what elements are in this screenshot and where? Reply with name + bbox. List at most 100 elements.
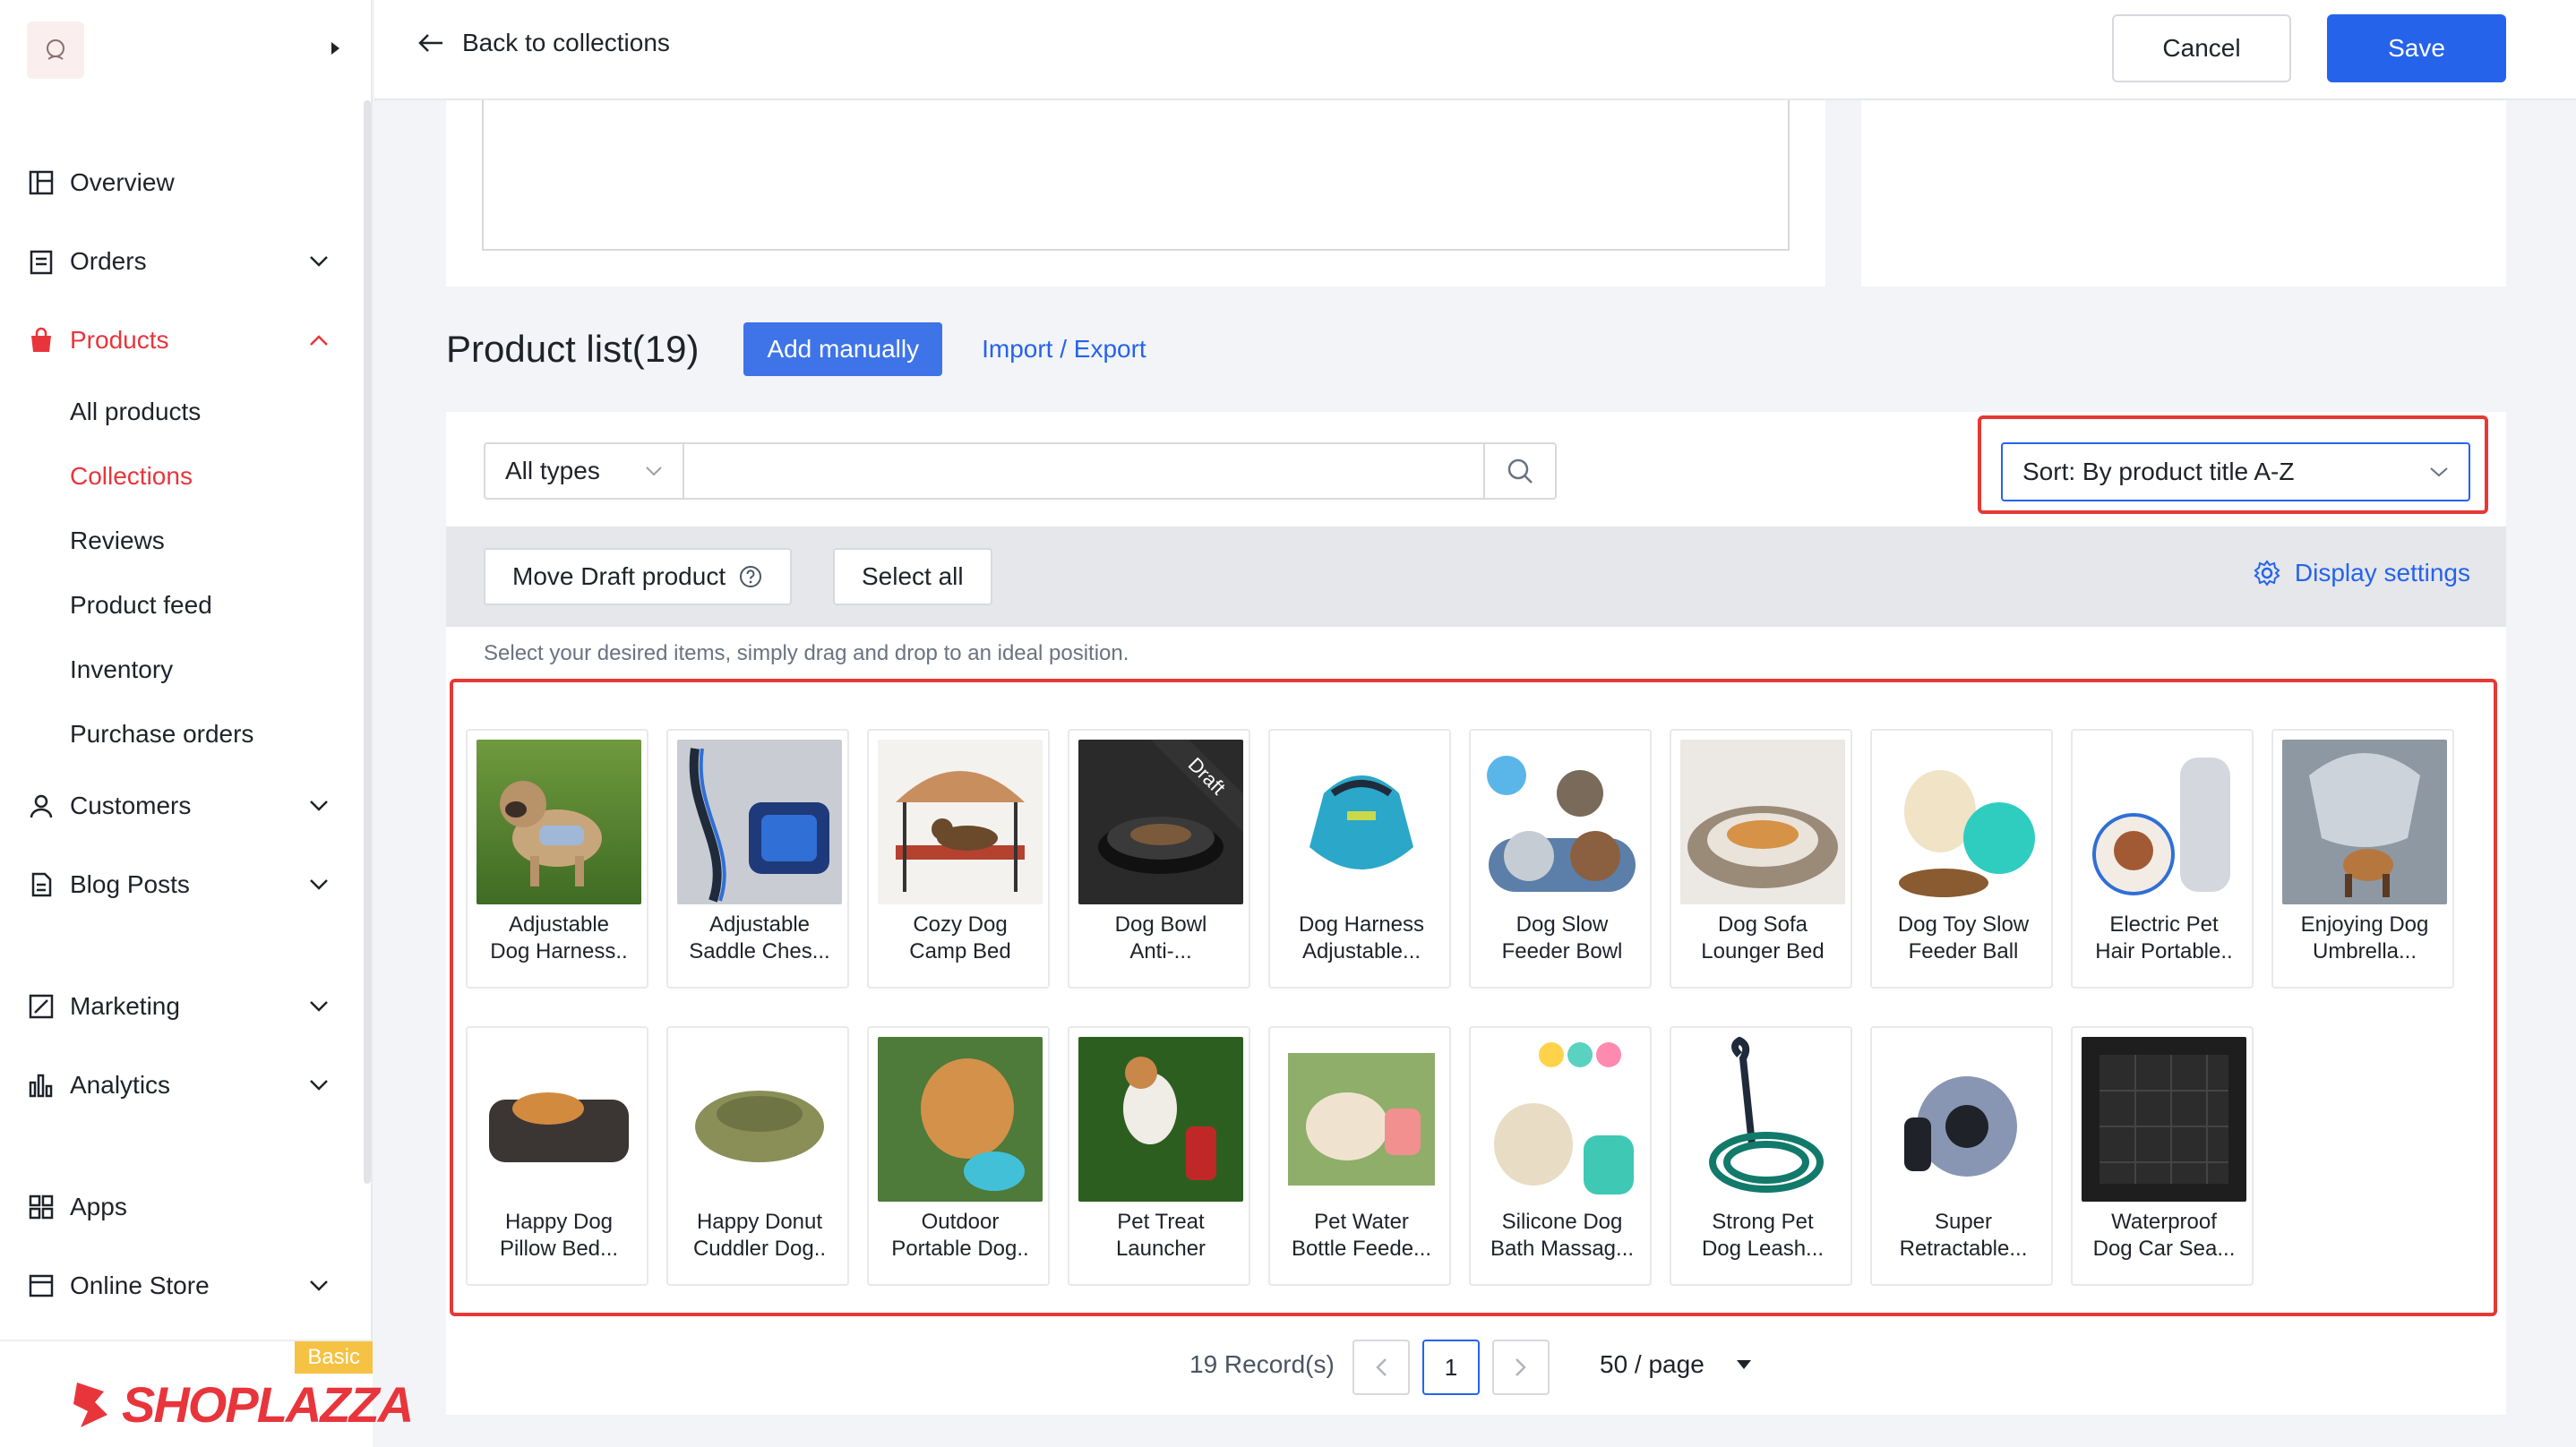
nav-overview-label: Overview: [70, 168, 175, 196]
product-card[interactable]: Happy Dog Pillow Bed...: [466, 1026, 648, 1286]
product-list-panel: All types Sort: By product title A-Z Mov…: [446, 412, 2506, 1415]
nav-inventory[interactable]: Inventory: [0, 638, 365, 702]
product-thumbnail: [1680, 740, 1845, 904]
chevron-up-icon: [306, 328, 331, 353]
product-thumbnail: [1881, 740, 2046, 904]
product-card[interactable]: Dog Sofa Lounger Bed: [1670, 729, 1852, 989]
nav-reviews[interactable]: Reviews: [0, 509, 365, 573]
nav-blog-posts[interactable]: Blog Posts: [0, 845, 365, 924]
import-export-link[interactable]: Import / Export: [982, 335, 1146, 364]
shoplazza-logo-icon: [68, 1379, 115, 1434]
product-thumbnail: [1480, 740, 1644, 904]
next-page-button[interactable]: [1492, 1340, 1550, 1395]
search-button[interactable]: [1483, 442, 1557, 500]
page-1-button[interactable]: 1: [1422, 1340, 1480, 1395]
product-thumbnail: [477, 740, 641, 904]
product-card[interactable]: Dog Harness Adjustable...: [1268, 729, 1451, 989]
product-card[interactable]: Pet Treat Launcher: [1068, 1026, 1250, 1286]
nav-all-products[interactable]: All products: [0, 380, 365, 444]
sort-highlight: Sort: By product title A-Z: [1978, 415, 2488, 514]
nav-customers[interactable]: Customers: [0, 766, 365, 845]
product-card[interactable]: Strong Pet Dog Leash...: [1670, 1026, 1852, 1286]
product-thumbnail: [878, 740, 1043, 904]
shopping-bag-icon: [27, 326, 56, 355]
product-thumbnail: [1279, 1037, 1444, 1202]
drag-hint: Select your desired items, simply drag a…: [484, 641, 1129, 665]
help-circle-icon[interactable]: [738, 564, 763, 589]
document-icon: [27, 870, 56, 899]
nav-products[interactable]: Products: [0, 301, 365, 380]
product-card[interactable]: Silicone Dog Bath Massag...: [1469, 1026, 1652, 1286]
product-name: Happy Dog Pillow Bed...: [499, 1210, 619, 1261]
product-card[interactable]: Happy Donut Cuddler Dog..: [666, 1026, 849, 1286]
sort-select[interactable]: Sort: By product title A-Z: [2001, 442, 2470, 501]
product-card[interactable]: Dog Slow Feeder Bowl: [1469, 729, 1652, 989]
nav-product-feed[interactable]: Product feed: [0, 573, 365, 638]
nav-online-store[interactable]: Online Store: [0, 1246, 365, 1325]
save-button[interactable]: Save: [2327, 14, 2506, 82]
product-thumbnail: [2082, 740, 2246, 904]
nav-customers-label: Customers: [70, 792, 192, 819]
user-icon: [27, 792, 56, 820]
search-input[interactable]: [683, 442, 1485, 500]
product-card[interactable]: Super Retractable...: [1870, 1026, 2053, 1286]
gear-icon: [2254, 560, 2280, 587]
product-name: Dog Bowl Anti-...: [1114, 912, 1207, 963]
product-card[interactable]: Adjustable Dog Harness..: [466, 729, 648, 989]
product-list-title: Product list(19): [446, 328, 700, 370]
brand-name: SHOPLAZZA: [122, 1376, 414, 1433]
page-size-select[interactable]: 50 / page: [1600, 1350, 1753, 1379]
product-thumbnail: [677, 1037, 842, 1202]
side-card: [1861, 100, 2506, 287]
nav-purchase-orders[interactable]: Purchase orders: [0, 702, 365, 766]
nav-apps-label: Apps: [70, 1193, 127, 1220]
record-count: 19 Record(s): [1189, 1350, 1335, 1378]
product-card[interactable]: Pet Water Bottle Feede...: [1268, 1026, 1451, 1286]
product-card[interactable]: Outdoor Portable Dog..: [867, 1026, 1050, 1286]
product-name: Dog Sofa Lounger Bed: [1701, 912, 1825, 963]
expand-caret-icon[interactable]: [326, 39, 344, 62]
product-thumbnail: [677, 740, 842, 904]
nav-apps[interactable]: Apps: [0, 1168, 365, 1246]
product-name: Super Retractable...: [1899, 1210, 2028, 1261]
sidebar-nav: Overview Orders Products All products Co…: [0, 143, 365, 1325]
move-draft-button[interactable]: Move Draft product: [484, 548, 793, 605]
chevron-right-icon: [1516, 1358, 1526, 1376]
megaphone-icon: [27, 992, 56, 1021]
product-name: Adjustable Saddle Ches...: [689, 912, 830, 963]
nav-orders[interactable]: Orders: [0, 222, 365, 301]
product-name: Strong Pet Dog Leash...: [1701, 1210, 1825, 1261]
nav-marketing[interactable]: Marketing: [0, 967, 365, 1046]
description-editor[interactable]: [482, 100, 1790, 251]
select-all-button[interactable]: Select all: [833, 548, 992, 605]
product-card[interactable]: Electric Pet Hair Portable..: [2071, 729, 2254, 989]
nav-collections[interactable]: Collections: [0, 444, 365, 509]
product-card[interactable]: Dog Toy Slow Feeder Ball: [1870, 729, 2053, 989]
nav-analytics[interactable]: Analytics: [0, 1046, 365, 1125]
type-filter-select[interactable]: All types: [484, 442, 684, 500]
prev-page-button[interactable]: [1352, 1340, 1410, 1395]
cancel-button[interactable]: Cancel: [2112, 14, 2291, 82]
product-card[interactable]: Waterproof Dog Car Sea...: [2071, 1026, 2254, 1286]
chevron-down-icon: [306, 1273, 331, 1298]
display-settings-link[interactable]: Display settings: [2254, 559, 2470, 587]
add-manually-button[interactable]: Add manually: [743, 322, 943, 376]
arrow-left-icon: [418, 34, 442, 52]
move-draft-label: Move Draft product: [512, 562, 726, 590]
product-name: Enjoying Dog Umbrella...: [2300, 912, 2429, 963]
product-name: Happy Donut Cuddler Dog..: [692, 1210, 827, 1261]
back-to-collections-link[interactable]: Back to collections: [417, 29, 670, 57]
product-name: Cozy Dog Camp Bed: [909, 912, 1011, 963]
product-card[interactable]: Draft Dog Bowl Anti-...: [1068, 729, 1250, 989]
nav-online-store-label: Online Store: [70, 1271, 210, 1299]
product-card[interactable]: Enjoying Dog Umbrella...: [2271, 729, 2454, 989]
product-card[interactable]: Cozy Dog Camp Bed: [867, 729, 1050, 989]
store-logo[interactable]: [27, 21, 84, 79]
nav-blog-posts-label: Blog Posts: [70, 870, 190, 898]
chevron-down-icon: [306, 249, 331, 274]
product-name: Dog Slow Feeder Bowl: [1501, 912, 1623, 963]
nav-overview[interactable]: Overview: [0, 143, 365, 222]
product-card[interactable]: Adjustable Saddle Ches...: [666, 729, 849, 989]
back-label: Back to collections: [462, 29, 670, 56]
